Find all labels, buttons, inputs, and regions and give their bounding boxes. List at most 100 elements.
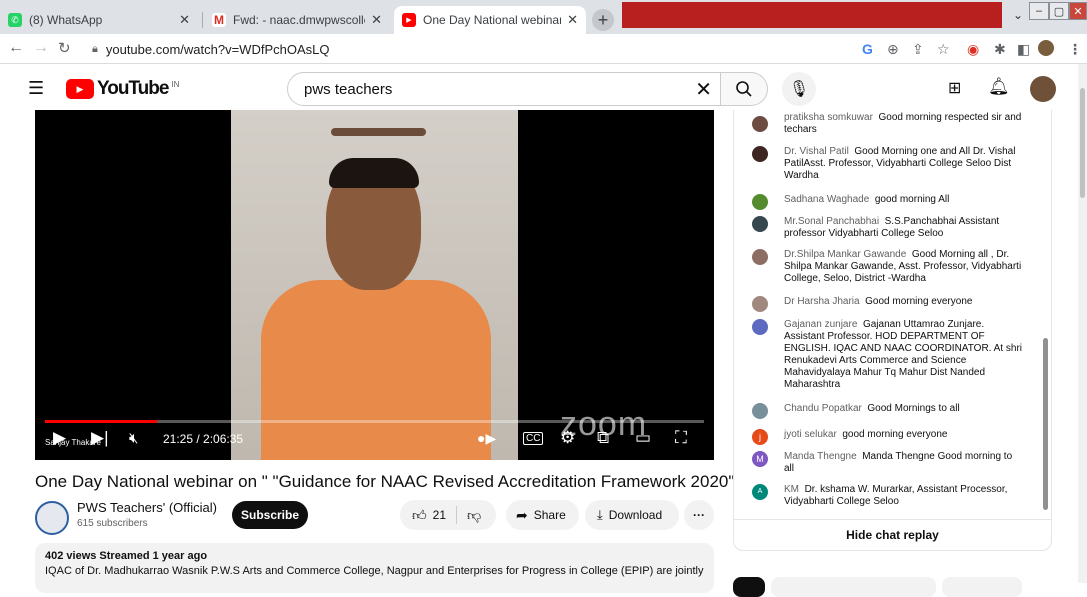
description-text: IQAC of Dr. Madhukarrao Wasnik P.W.S Art… [45, 565, 704, 577]
page-scrollbar-thumb[interactable] [1080, 88, 1085, 198]
video-frame [231, 110, 518, 460]
hamburger-menu-icon[interactable]: ☰ [28, 78, 44, 99]
url-text: youtube.com/watch?v=WDfPchOAsLQ [105, 41, 330, 57]
chat-message: j jyoti selukar good morning everyone [752, 429, 1022, 445]
chat-author: Sadhana Waghade [784, 194, 870, 205]
play-icon[interactable]: ▶ [53, 428, 66, 448]
chat-author: Mr.Sonal Panchabhai [784, 216, 880, 227]
channel-name[interactable]: PWS Teachers' (Official) [77, 500, 217, 515]
notifications-bell-icon[interactable]: 🔔︎ [988, 77, 1010, 97]
share-page-icon[interactable]: ⇪ [912, 41, 924, 58]
subscribe-button[interactable]: Subscribe [232, 501, 308, 529]
kebab-menu-icon[interactable]: ⋮ [1068, 41, 1082, 58]
close-icon[interactable]: ✕ [371, 12, 382, 28]
autoplay-toggle[interactable]: ●▶ [477, 430, 496, 447]
description-box[interactable]: 402 views Streamed 1 year ago IQAC of Dr… [35, 543, 714, 593]
share-button[interactable]: ➦ Share [506, 500, 579, 530]
settings-gear-icon[interactable]: ⚙ [560, 428, 575, 448]
back-icon[interactable]: ← [8, 39, 24, 57]
chat-message: Gajanan zunjare Gajanan Uttamrao Zunjare… [752, 319, 1022, 391]
tab-label: One Day National webinar on " " [423, 13, 562, 27]
clear-search-icon[interactable]: ✕ [695, 77, 712, 102]
star-icon[interactable]: ☆ [937, 41, 950, 58]
browser-tab-bar: ✆ (8) WhatsApp ✕ M Fwd: - naac.dmwpwscol… [0, 0, 1087, 34]
next-icon[interactable]: ▶| [91, 428, 109, 448]
thumbs-up-icon[interactable]: 👍︎ [412, 507, 427, 524]
redacted-tab-area [622, 2, 1002, 28]
chat-avatar [752, 146, 768, 162]
reload-icon[interactable]: ↻ [58, 39, 71, 57]
hide-chat-replay-button[interactable]: Hide chat replay [733, 519, 1052, 551]
tab-youtube[interactable]: ▶ One Day National webinar on " " ✕ [394, 6, 586, 34]
filter-chip[interactable] [771, 577, 936, 597]
puzzle-icon[interactable]: ✱ [994, 41, 1006, 58]
chat-avatar [752, 296, 768, 312]
chat-author: pratiksha somkuwar [784, 112, 873, 123]
time-display: 21:25 / 2:06:35 [163, 432, 244, 446]
install-icon[interactable]: ⊕ [887, 41, 899, 58]
create-video-icon[interactable]: ⊞ [948, 78, 961, 98]
filter-chip[interactable] [942, 577, 1022, 597]
miniplayer-icon[interactable]: ⧉ [597, 428, 609, 448]
profile-avatar[interactable] [1038, 40, 1054, 56]
whatsapp-icon: ✆ [8, 13, 22, 27]
chat-replay-panel: pratiksha somkuwar Good morning respecte… [733, 110, 1052, 520]
fullscreen-icon[interactable]: ⛶ [675, 428, 687, 448]
microphone-icon[interactable]: 🎙︎ [782, 72, 816, 106]
chat-message: Chandu Popatkar Good Mornings to all [752, 403, 1022, 419]
extension-icon[interactable]: ◉ [967, 41, 979, 58]
tab-gmail[interactable]: M Fwd: - naac.dmwpwscollege@gn ✕ [204, 6, 390, 34]
chat-text: good morning everyone [842, 429, 948, 440]
chat-scrollbar[interactable] [1043, 338, 1048, 510]
minimize-icon[interactable]: – [1029, 2, 1049, 20]
download-button[interactable]: ⤓ Download [585, 500, 679, 530]
search-button[interactable] [720, 72, 768, 106]
channel-avatar[interactable] [35, 501, 69, 535]
chat-avatar [752, 403, 768, 419]
google-icon[interactable]: G [862, 41, 873, 57]
chat-text: Good Mornings to all [867, 403, 960, 414]
progress-fill [45, 420, 158, 423]
tab-whatsapp[interactable]: ✆ (8) WhatsApp ✕ [0, 6, 198, 34]
chevron-down-icon[interactable]: ⌄ [1010, 6, 1026, 24]
like-dislike-group: 👍︎ 21 👎︎ [400, 500, 496, 530]
like-count[interactable]: 21 [433, 508, 446, 522]
chat-author: Dr Harsha Jharia [784, 296, 860, 307]
close-icon[interactable]: ✕ [179, 12, 190, 28]
search-icon [736, 81, 752, 97]
chat-author: Gajanan zunjare [784, 319, 858, 330]
sidepanel-icon[interactable]: ◧ [1017, 41, 1030, 58]
tab-label: Fwd: - naac.dmwpwscollege@gn [233, 13, 365, 27]
captions-icon[interactable]: CC [523, 432, 544, 445]
video-player[interactable]: Sanjay Thakare zoom ▶ ▶| 🔇︎ 21:25 / 2:06… [35, 110, 714, 460]
share-label: Share [533, 508, 566, 522]
chat-author: jyoti selukar [784, 429, 837, 440]
forward-icon[interactable]: → [33, 39, 49, 57]
theater-mode-icon[interactable]: ▭ [635, 428, 651, 448]
search-input[interactable]: pws teachers ✕ [287, 72, 721, 106]
more-actions-button[interactable]: ··· [684, 500, 714, 530]
chat-text: Dr. kshama W. Murarkar, Assistant Proces… [784, 484, 1008, 507]
account-avatar[interactable] [1030, 76, 1056, 102]
progress-bar[interactable] [45, 420, 704, 423]
mute-icon[interactable]: 🔇︎ [129, 430, 138, 447]
chat-text: good morning All [874, 194, 950, 205]
chat-message: Mr.Sonal Panchabhai S.S.Panchabhai Assis… [752, 216, 1022, 240]
chat-avatar-initial: j [752, 429, 768, 445]
search-value: pws teachers [304, 80, 393, 98]
filter-chip[interactable] [733, 577, 765, 597]
gmail-icon: M [212, 13, 226, 27]
chat-message: Dr. Vishal Patil Good Morning one and Al… [752, 146, 1022, 182]
youtube-logo[interactable]: ▶ YouTube IN [66, 78, 179, 100]
ceiling-fan [331, 128, 426, 136]
new-tab-button[interactable]: + [592, 9, 614, 31]
close-icon[interactable]: ✕ [567, 12, 578, 28]
omnibox[interactable]: 🔒︎ youtube.com/watch?v=WDfPchOAsLQ [92, 37, 852, 61]
maximize-icon[interactable]: ▢ [1049, 2, 1069, 20]
tab-label: (8) WhatsApp [29, 13, 103, 27]
close-window-icon[interactable]: ✕ [1069, 2, 1087, 20]
speaker-hair [329, 158, 419, 188]
tab-divider [202, 12, 203, 28]
lock-icon: 🔒︎ [92, 42, 98, 55]
thumbs-down-icon[interactable]: 👎︎ [467, 507, 481, 524]
